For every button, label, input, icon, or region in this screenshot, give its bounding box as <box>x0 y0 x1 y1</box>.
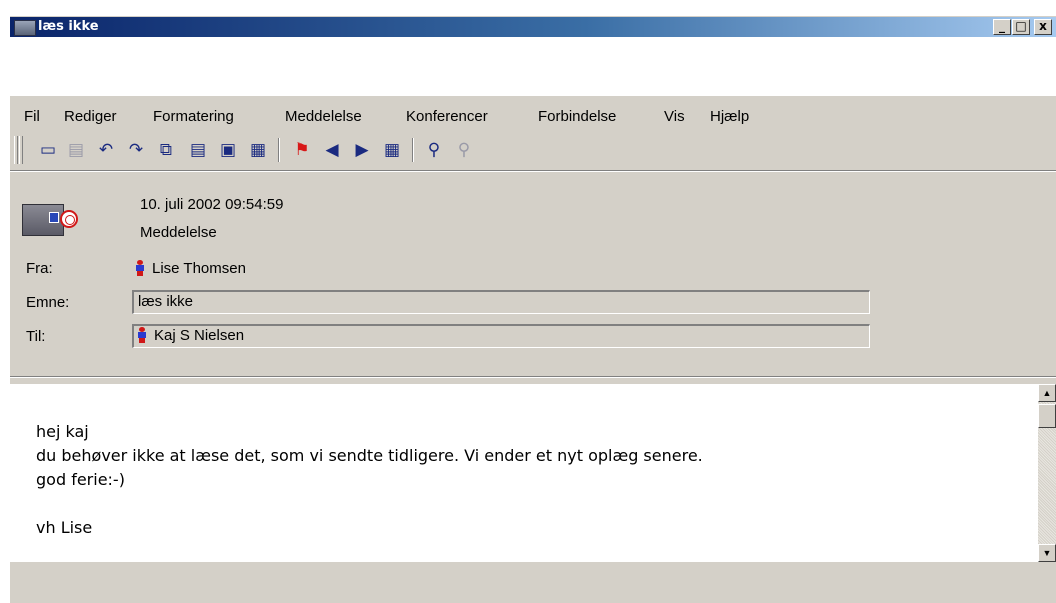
close-button[interactable]: x <box>1034 19 1052 35</box>
flag-icon[interactable]: ⚑ <box>290 138 314 162</box>
body-divider <box>10 376 1056 378</box>
from-label: Fra: <box>26 260 53 277</box>
toolbar-separator <box>412 138 414 162</box>
message-type: Meddelelse <box>140 224 217 241</box>
message-window: Fil Rediger Formatering Meddelelse Konfe… <box>10 96 1056 603</box>
minimize-button[interactable]: _ <box>993 19 1011 35</box>
previous-icon[interactable]: ◀ <box>320 138 344 162</box>
reply-all-icon[interactable]: ↶ <box>94 138 118 162</box>
body-line: du behøver ikke at læse det, som vi send… <box>36 446 703 465</box>
toolbar-grip[interactable] <box>14 136 18 164</box>
message-body[interactable]: hej kaj du behøver ikke at læse det, som… <box>10 384 1038 562</box>
body-line: hej kaj <box>36 422 89 441</box>
body-line: vh Lise <box>36 518 93 537</box>
toolbar: ▭ ▤ ↶ ↷ ⧉ ▤ ▣ ▦ ⚑ ◀ ▶ ▦ ⚲ ⚲ <box>10 134 1056 166</box>
forward-icon[interactable]: ↷ <box>124 138 148 162</box>
find-icon[interactable]: ⚲ <box>422 138 446 162</box>
new-message-icon[interactable]: ▭ <box>36 138 60 162</box>
to-label: Til: <box>26 328 46 345</box>
reply-icon[interactable]: ▤ <box>64 138 88 162</box>
menu-bar: Fil Rediger Formatering Meddelelse Konfe… <box>10 106 1056 128</box>
scroll-down-icon[interactable]: ▼ <box>1038 544 1056 562</box>
menu-formatering[interactable]: Formatering <box>153 108 234 125</box>
window-title: læs ikke <box>38 19 99 34</box>
person-icon <box>136 260 144 276</box>
message-envelope-icon <box>22 200 78 236</box>
subject-field[interactable]: læs ikke <box>132 290 870 314</box>
menu-konferencer[interactable]: Konferencer <box>406 108 488 125</box>
print-preview-icon[interactable]: ▤ <box>186 138 210 162</box>
find-next-icon[interactable]: ⚲ <box>452 138 476 162</box>
to-field[interactable]: Kaj S Nielsen <box>132 324 870 348</box>
menu-hjaelp[interactable]: Hjælp <box>710 108 749 125</box>
message-timestamp: 10. juli 2002 09:54:59 <box>140 196 284 213</box>
person-icon <box>138 327 146 343</box>
next-icon[interactable]: ▶ <box>350 138 374 162</box>
delete-icon[interactable]: ▦ <box>246 138 270 162</box>
menu-meddelelse[interactable]: Meddelelse <box>285 108 362 125</box>
scroll-up-icon[interactable]: ▲ <box>1038 384 1056 402</box>
toolbar-grip[interactable] <box>19 136 23 164</box>
print-icon[interactable]: ▣ <box>216 138 240 162</box>
move-to-folder-icon[interactable]: ▦ <box>380 138 404 162</box>
body-scrollbar[interactable]: ▲ ▼ <box>1038 384 1056 562</box>
body-line: god ferie:-) <box>36 470 125 489</box>
menu-rediger[interactable]: Rediger <box>64 108 117 125</box>
menu-vis[interactable]: Vis <box>664 108 685 125</box>
window-titlebar[interactable]: læs ikke _ □ x <box>10 16 1056 37</box>
from-value[interactable]: Lise Thomsen <box>136 260 246 277</box>
from-name: Lise Thomsen <box>152 260 246 277</box>
subject-label: Emne: <box>26 294 70 311</box>
app-icon <box>14 20 36 36</box>
copy-icon[interactable]: ⧉ <box>154 138 178 162</box>
scroll-thumb[interactable] <box>1038 404 1056 428</box>
header-divider <box>10 170 1056 172</box>
toolbar-separator <box>278 138 280 162</box>
to-name: Kaj S Nielsen <box>154 327 245 344</box>
menu-forbindelse[interactable]: Forbindelse <box>538 108 616 125</box>
menu-fil[interactable]: Fil <box>24 108 40 125</box>
maximize-button[interactable]: □ <box>1012 19 1030 35</box>
